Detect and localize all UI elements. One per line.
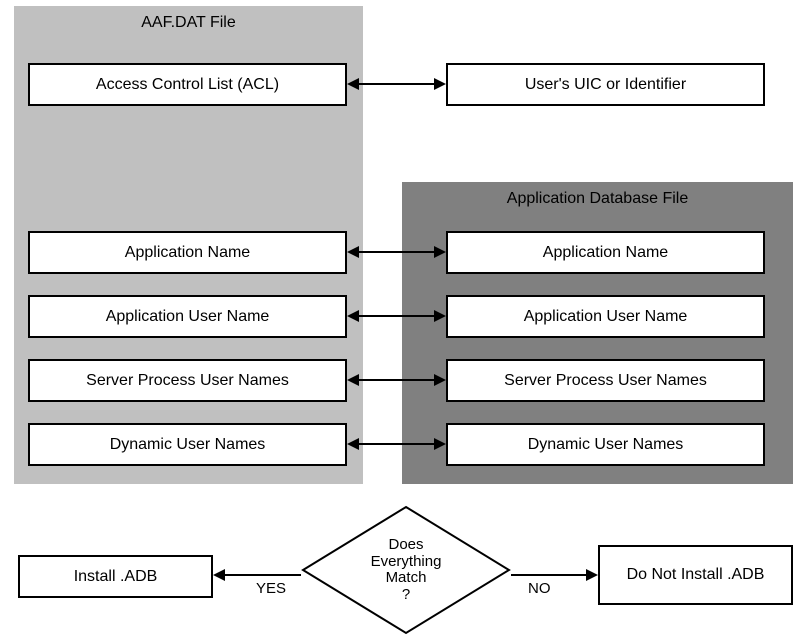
arrow-server-proc [349, 379, 444, 381]
title-adb: Application Database File [402, 190, 793, 208]
arrow-acl-uic [349, 83, 444, 85]
arrow-app-name [349, 251, 444, 253]
decision-line1: Does [388, 537, 423, 554]
box-app-name-right: Application Name [446, 231, 765, 274]
box-server-proc-right: Server Process User Names [446, 359, 765, 402]
box-install: Install .ADB [18, 555, 213, 598]
label-yes: YES [256, 580, 286, 597]
title-aaf: AAF.DAT File [14, 14, 363, 32]
box-dynamic-right: Dynamic User Names [446, 423, 765, 466]
box-dynamic-left: Dynamic User Names [28, 423, 347, 466]
box-acl: Access Control List (ACL) [28, 63, 347, 106]
decision-line2: Everything [371, 554, 442, 571]
decision-diamond: Does Everything Match ? [301, 505, 511, 635]
box-uic: User's UIC or Identifier [446, 63, 765, 106]
box-app-name-left: Application Name [28, 231, 347, 274]
label-no: NO [528, 580, 551, 597]
arrow-yes [215, 574, 301, 576]
arrow-dynamic [349, 443, 444, 445]
box-app-user-right: Application User Name [446, 295, 765, 338]
box-server-proc-left: Server Process User Names [28, 359, 347, 402]
decision-text: Does Everything Match ? [301, 505, 511, 635]
arrow-app-user [349, 315, 444, 317]
box-no-install: Do Not Install .ADB [598, 545, 793, 605]
decision-line4: ? [402, 587, 410, 604]
box-app-user-left: Application User Name [28, 295, 347, 338]
arrow-no [511, 574, 596, 576]
decision-line3: Match [386, 570, 427, 587]
